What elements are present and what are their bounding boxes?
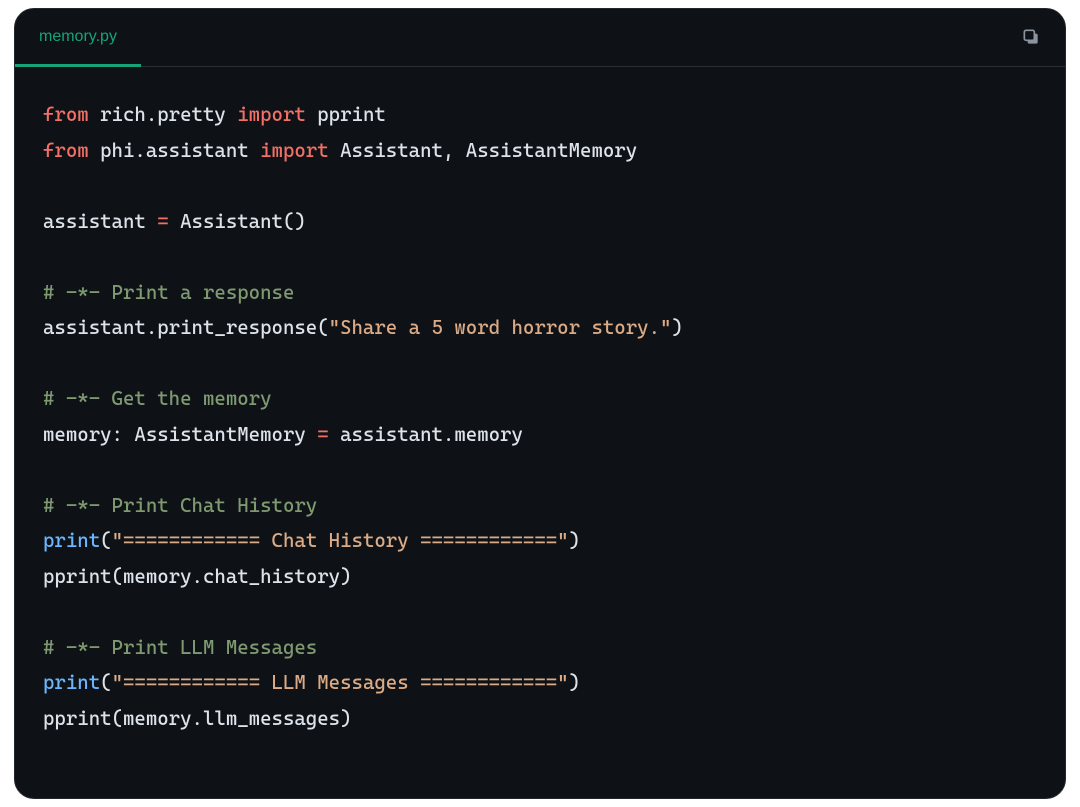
operator-assign: =: [157, 210, 168, 233]
copy-icon: [1021, 27, 1041, 47]
file-tab[interactable]: memory.py: [15, 9, 141, 67]
file-tab-label: memory.py: [39, 28, 117, 46]
comment: # -*- Print a response: [43, 281, 294, 304]
string-literal: "Share a 5 word horror story.": [329, 316, 672, 339]
expr: assistant.memory: [329, 423, 523, 446]
import-names: Assistant, AssistantMemory: [329, 139, 638, 162]
paren-close: ): [569, 529, 580, 552]
keyword-import: import: [237, 103, 306, 126]
string-literal: "============ LLM Messages ============": [112, 671, 569, 694]
comment: # -*- Get the memory: [43, 387, 272, 410]
call-expr: pprint(memory.chat_history): [43, 565, 352, 588]
string-literal: "============ Chat History ============": [112, 529, 569, 552]
builtin-print: print: [43, 529, 100, 552]
comment: # -*- Print Chat History: [43, 494, 317, 517]
call-expr: assistant.print_response(: [43, 316, 329, 339]
operator-assign: =: [317, 423, 328, 446]
paren-close: ): [569, 671, 580, 694]
call-expr: pprint(memory.llm_messages): [43, 707, 352, 730]
paren-open: (: [100, 529, 111, 552]
identifier: assistant: [43, 210, 157, 233]
paren-open: (: [100, 671, 111, 694]
comment: # -*- Print LLM Messages: [43, 636, 317, 659]
keyword-from: from: [43, 103, 89, 126]
copy-button[interactable]: [1017, 23, 1045, 51]
keyword-from: from: [43, 139, 89, 162]
module-path: rich.pretty: [89, 103, 238, 126]
keyword-import: import: [260, 139, 329, 162]
code-area: from rich.pretty import pprint from phi.…: [15, 67, 1065, 766]
paren-close: ): [671, 316, 682, 339]
code-block-frame: memory.py from rich.pretty import pprint…: [14, 8, 1066, 799]
tab-bar: memory.py: [15, 9, 1065, 67]
module-path: phi.assistant: [89, 139, 260, 162]
call-expr: Assistant(): [169, 210, 306, 233]
builtin-print: print: [43, 671, 100, 694]
identifier: memory: AssistantMemory: [43, 423, 317, 446]
import-names: pprint: [306, 103, 386, 126]
